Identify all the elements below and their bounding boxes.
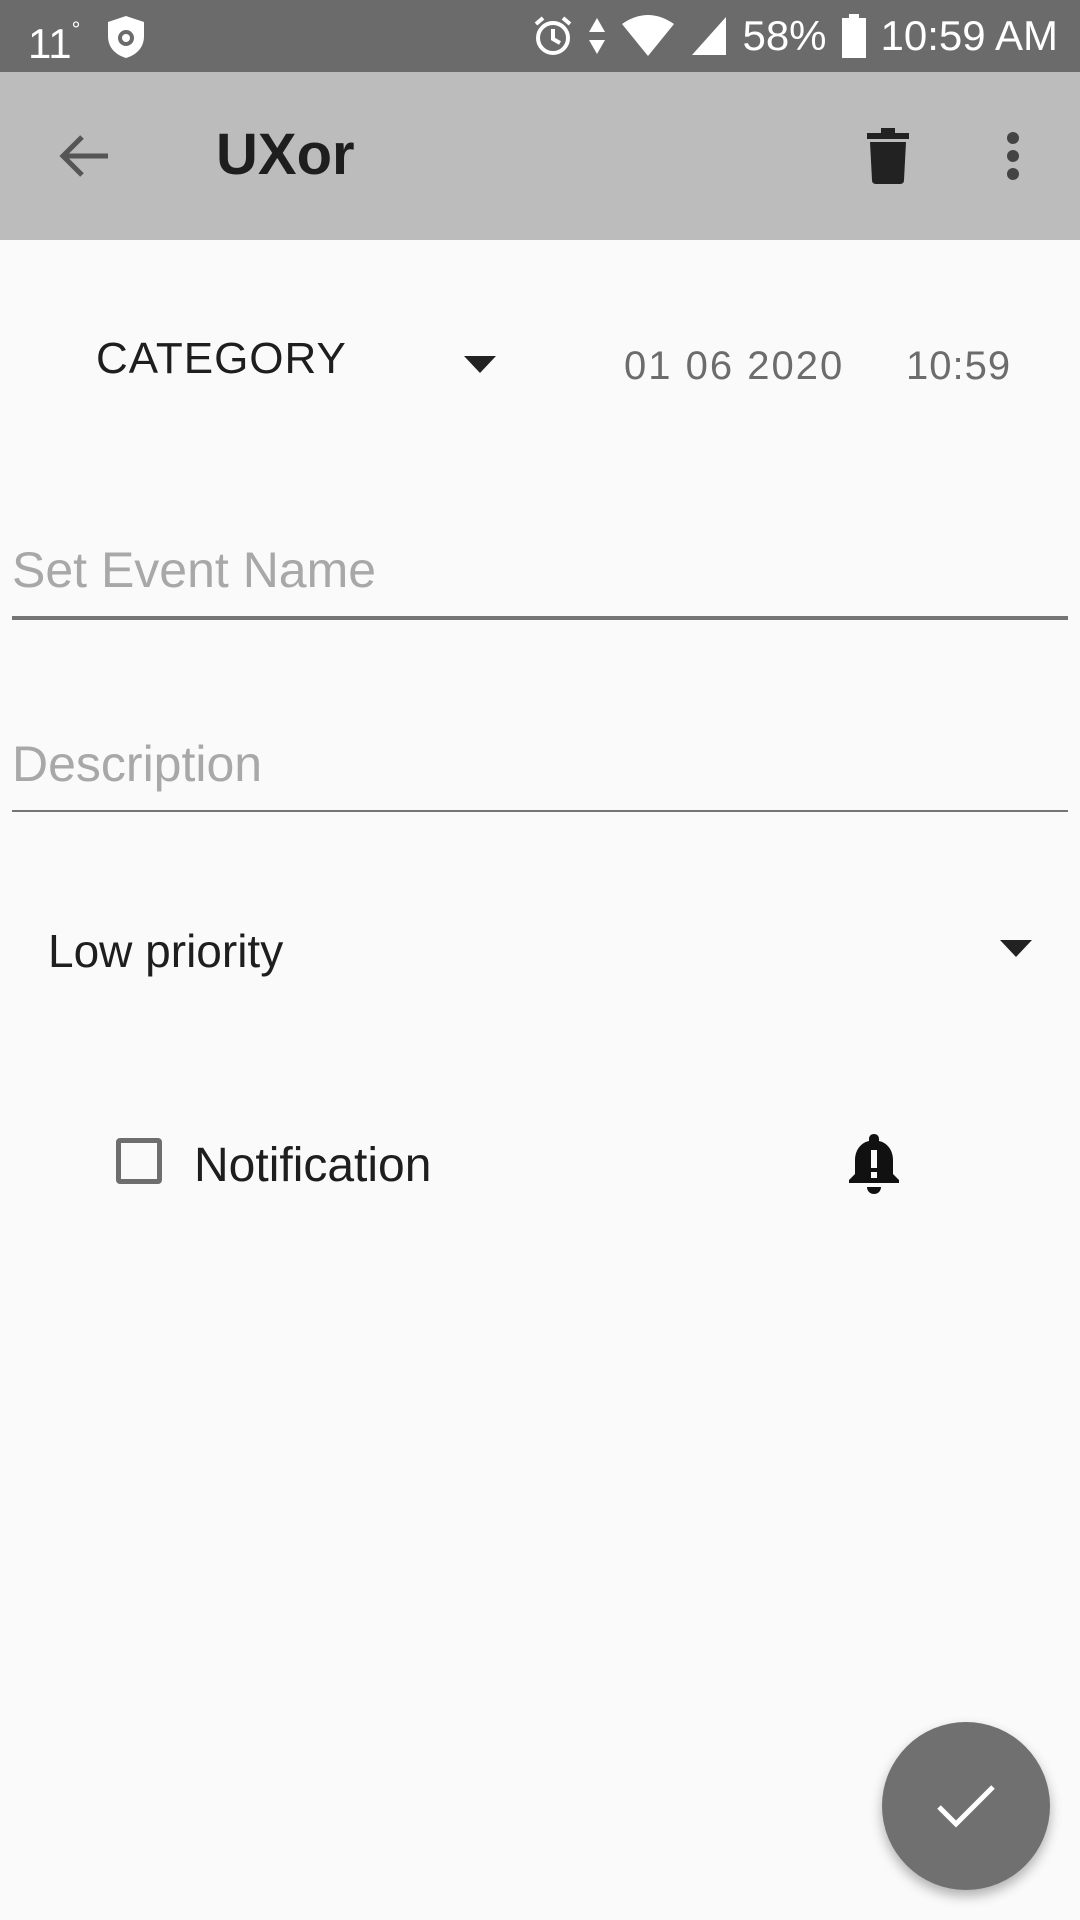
status-bar: 11° 58% 10:59 AM [0, 0, 1080, 72]
battery-icon [841, 14, 866, 58]
battery-percent: 58% [742, 12, 827, 59]
dropdown-arrow-icon [1000, 940, 1032, 957]
back-arrow-icon [59, 135, 108, 177]
event-name-input[interactable] [12, 538, 1068, 602]
wifi-icon [622, 15, 675, 56]
shield-icon [108, 16, 144, 58]
status-time: 10:59 AM [880, 12, 1058, 59]
more-options-button[interactable] [990, 124, 1036, 188]
event-name-field [12, 538, 1068, 620]
save-fab-button[interactable] [882, 1722, 1050, 1890]
delete-icon [867, 128, 909, 184]
data-transfer-icon [589, 18, 606, 54]
more-vert-icon [1007, 132, 1019, 180]
category-dropdown[interactable]: CATEGORY [96, 330, 506, 394]
time-picker[interactable]: 10:59 [906, 344, 1011, 389]
alarm-icon [535, 16, 572, 55]
temperature-value: 11 [28, 20, 72, 67]
dropdown-arrow-icon [464, 356, 496, 373]
event-name-underline [12, 616, 1068, 620]
description-input[interactable] [12, 732, 1068, 796]
weather-temperature: 11° [28, 12, 80, 68]
app-bar: UXor [0, 72, 1080, 240]
notification-checkbox[interactable] [116, 1138, 162, 1184]
category-selected: CATEGORY [96, 334, 347, 383]
check-icon [937, 1785, 995, 1828]
notification-label[interactable]: Notification [194, 1138, 431, 1193]
description-underline [12, 810, 1068, 812]
date-picker[interactable]: 01 06 2020 [624, 344, 844, 389]
priority-selected: Low priority [48, 925, 284, 977]
delete-button[interactable] [858, 124, 918, 188]
priority-dropdown[interactable]: Low priority [48, 918, 1032, 988]
degree-symbol: ° [71, 17, 81, 42]
notification-row: Notification [116, 1134, 916, 1198]
description-field [12, 732, 1068, 812]
app-title: UXor [216, 122, 355, 187]
cell-signal-icon [692, 17, 727, 55]
notification-alert-icon [849, 1134, 899, 1194]
back-button[interactable] [48, 124, 120, 188]
